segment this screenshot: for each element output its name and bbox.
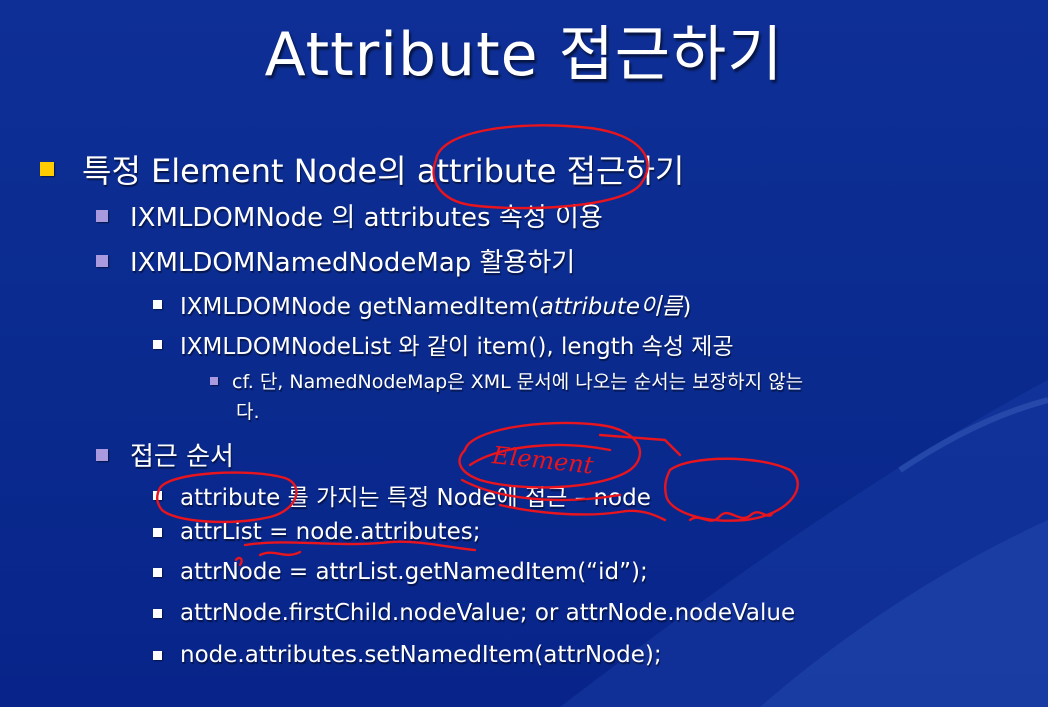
squiggle-node-annotation [688,511,774,522]
bullet-square-icon [153,608,162,618]
bullet-item: IXMLDOMNamedNodeMap 활용하기 [96,242,575,279]
bullet-continuation: 다. [236,397,260,424]
bullet-item: attrList = node.attributes; [153,519,480,545]
bullet-text: node.attributes.setNamedItem(attrNode); [180,642,662,668]
bullet-square-icon [40,162,54,176]
bullet-text: 특정 Element Node의 attribute 접근하기 [82,152,685,190]
bullet-square-icon [153,527,162,537]
bullet-text: 다. [236,401,260,423]
bullet-text: IXMLDOMNode getNamedItem(attribute이름) [180,294,692,320]
bullet-square-icon [96,209,108,222]
bullet-item: attribute 를 가지는 특정 Node에 접근 – node [153,478,651,512]
bullet-text: attrList = node.attributes; [180,519,481,545]
bullet-square-icon [153,299,162,309]
bullet-text: IXMLDOMNode 의 attributes 속성 이용 [130,203,603,233]
circle-node-annotation [664,457,799,522]
bullet-text: attribute 를 가지는 특정 Node에 접근 – node [180,485,651,511]
bullet-item: IXMLDOMNodeList 와 같이 item(), length 속성 제… [153,327,734,361]
bullet-text: attrNode.firstChild.nodeValue; or attrNo… [180,600,796,626]
bullet-item: 접근 순서 [96,436,234,473]
bullet-square-icon [96,254,108,267]
bullet-text: 접근 순서 [130,442,234,472]
bullet-text: cf. 단, NamedNodeMap은 XML 문서에 나오는 순서는 보장하… [232,371,804,393]
bullet-item: IXMLDOMNode 의 attributes 속성 이용 [96,197,603,234]
bullet-item: attrNode = attrList.getNamedItem(“id”); [153,559,648,585]
annotation-handwriting: Element [490,441,595,480]
bullet-square-icon [210,376,218,385]
bullet-item: cf. 단, NamedNodeMap은 XML 문서에 나오는 순서는 보장하… [210,367,803,394]
bullet-item: attrNode.firstChild.nodeValue; or attrNo… [153,600,795,626]
bullet-item: IXMLDOMNode getNamedItem(attribute이름) [153,287,691,321]
bullet-text: IXMLDOMNamedNodeMap 활용하기 [130,248,576,278]
bullet-text: IXMLDOMNodeList 와 같이 item(), length 속성 제… [180,334,734,360]
slide-title: Attribute 접근하기 [264,20,784,90]
bullet-square-icon [153,650,162,660]
bullet-item: 특정 Element Node의 attribute 접근하기 [40,146,684,192]
bullet-square-icon [153,490,162,500]
bullet-square-icon [96,448,108,461]
bullet-square-icon [153,339,162,349]
bullet-item: node.attributes.setNamedItem(attrNode); [153,642,662,668]
bullet-text: attrNode = attrList.getNamedItem(“id”); [180,559,648,585]
bullet-square-icon [153,567,162,577]
